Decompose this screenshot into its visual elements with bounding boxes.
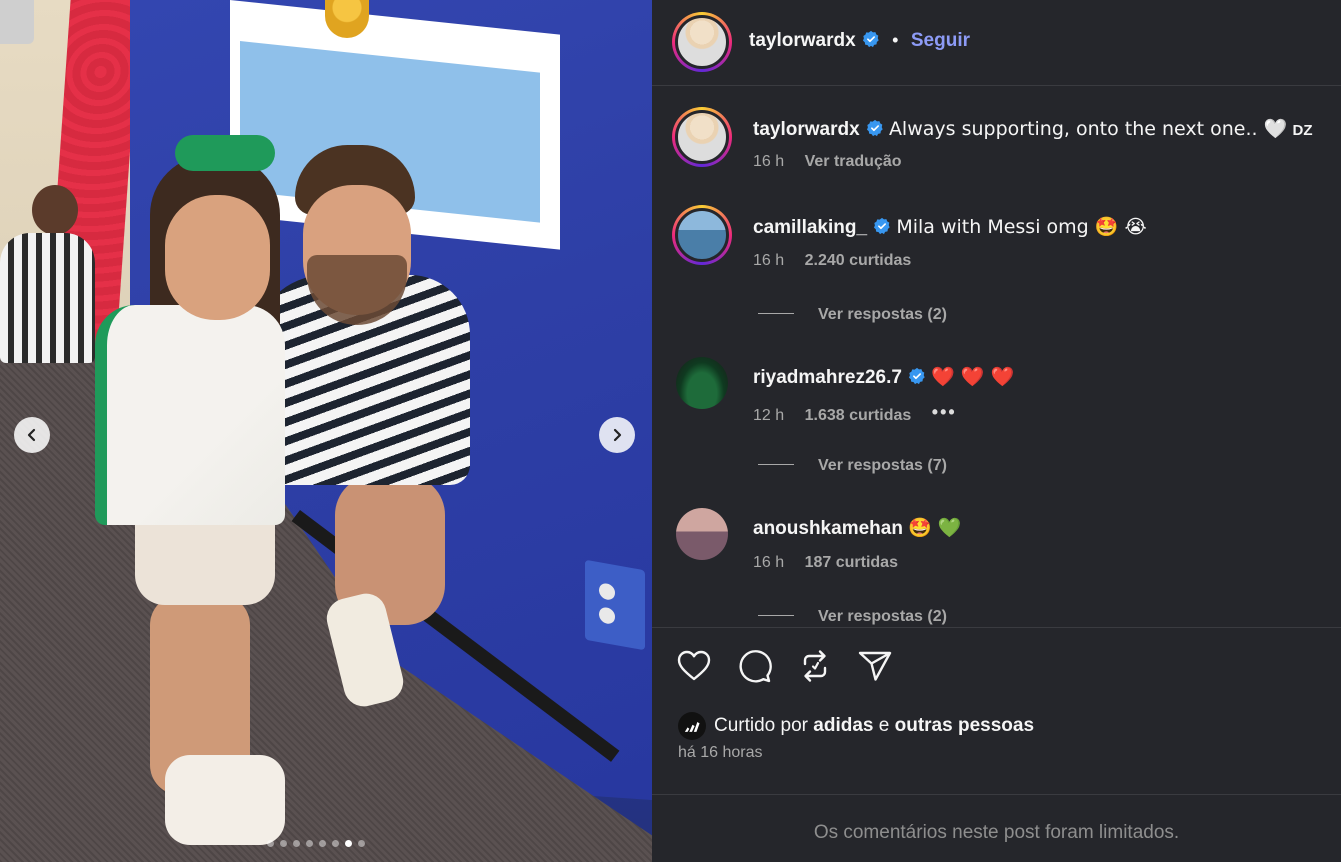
comment-text: ❤️ ❤️ ❤️: [931, 366, 1015, 388]
photo-girl: [95, 135, 295, 855]
post-side-panel: taylorwardx • Seguir taylorwardx Always …: [652, 0, 1341, 862]
caption-suffix: DZ: [1292, 122, 1313, 139]
likes-prefix: Curtido por: [714, 715, 808, 736]
caption-avatar[interactable]: [672, 107, 732, 167]
caption-username[interactable]: taylorwardx: [753, 119, 860, 140]
follow-button[interactable]: Seguir: [911, 30, 970, 51]
comment-avatar[interactable]: [676, 508, 728, 560]
send-icon: [858, 651, 892, 681]
carousel-dot: [267, 840, 274, 847]
view-replies-button[interactable]: Ver respostas (2): [758, 608, 947, 626]
carousel-prev-button[interactable]: [14, 417, 50, 453]
verified-badge-icon: [874, 217, 890, 235]
comment-username[interactable]: anoushkamehan: [753, 518, 903, 539]
post-photo: [0, 0, 652, 862]
chevron-left-icon: [27, 428, 36, 442]
view-replies-label: Ver respostas (7): [818, 457, 947, 474]
view-replies-label: Ver respostas (2): [818, 306, 947, 323]
view-replies-label: Ver respostas (2): [818, 608, 947, 625]
comment-username[interactable]: camillaking_: [753, 217, 867, 238]
caption-time[interactable]: 16 h: [753, 153, 784, 170]
adidas-avatar[interactable]: [678, 712, 706, 740]
post-header: taylorwardx • Seguir: [652, 0, 1341, 86]
likes-summary: Curtido por adidas e outras pessoas: [678, 712, 1034, 740]
like-button[interactable]: [676, 648, 712, 684]
carousel-dot: [280, 840, 287, 847]
comments-limited-notice: Os comentários neste post foram limitado…: [813, 822, 1180, 843]
repost-button[interactable]: [797, 648, 833, 684]
caption-text: Always supporting, onto the next one.. 🤍: [888, 118, 1288, 140]
view-replies-button[interactable]: Ver respostas (7): [758, 457, 947, 475]
verified-badge-icon: [862, 30, 879, 48]
carousel-indicator: [267, 840, 365, 847]
author-avatar[interactable]: [672, 12, 732, 72]
header-separator: •: [892, 30, 899, 50]
comment-likes[interactable]: 1.638 curtidas: [805, 407, 912, 424]
carousel-dot: [345, 840, 352, 847]
carousel-dot: [358, 840, 365, 847]
view-replies-button[interactable]: Ver respostas (2): [758, 306, 947, 324]
comment-avatar[interactable]: [676, 357, 728, 409]
carousel-dot: [306, 840, 313, 847]
post-timestamp[interactable]: há 16 horas: [678, 744, 763, 762]
chevron-right-icon: [613, 428, 622, 442]
carousel-dot: [293, 840, 300, 847]
share-button[interactable]: [857, 648, 893, 684]
other-likers-link[interactable]: outras pessoas: [895, 715, 1034, 737]
comment-button[interactable]: [736, 648, 772, 684]
repost-icon: [803, 650, 827, 682]
photo-corner-thumbnail: [0, 0, 34, 44]
translate-button[interactable]: Ver tradução: [805, 153, 902, 170]
comment-time[interactable]: 16 h: [753, 252, 784, 269]
comment-time[interactable]: 16 h: [753, 554, 784, 571]
carousel-next-button[interactable]: [599, 417, 635, 453]
comment-text: Mila with Messi omg 🤩 😭: [896, 216, 1147, 238]
photo-outlet: [585, 559, 645, 651]
photo-background-fan: [0, 185, 95, 365]
comment-icon: [739, 650, 772, 683]
verified-badge-icon: [908, 367, 925, 385]
verified-badge-icon: [866, 119, 883, 137]
comment-time[interactable]: 12 h: [753, 407, 784, 424]
more-options-icon[interactable]: •••: [932, 402, 957, 423]
comment-avatar[interactable]: [672, 205, 732, 265]
first-liker-link[interactable]: adidas: [813, 715, 873, 737]
post-actions: Curtido por adidas e outras pessoas há 1…: [652, 627, 1341, 795]
comment-text: 🤩 💚: [908, 517, 962, 539]
comment-likes[interactable]: 2.240 curtidas: [805, 252, 912, 269]
comment-likes[interactable]: 187 curtidas: [805, 554, 898, 571]
carousel-dot: [319, 840, 326, 847]
comment-username[interactable]: riyadmahrez26.7: [753, 367, 902, 388]
carousel-dot: [332, 840, 339, 847]
adidas-logo-icon: [684, 721, 700, 732]
likes-connector: e: [878, 715, 890, 736]
heart-icon: [677, 650, 711, 681]
comments-list[interactable]: taylorwardx Always supporting, onto the …: [652, 87, 1341, 627]
author-username[interactable]: taylorwardx: [749, 30, 856, 51]
